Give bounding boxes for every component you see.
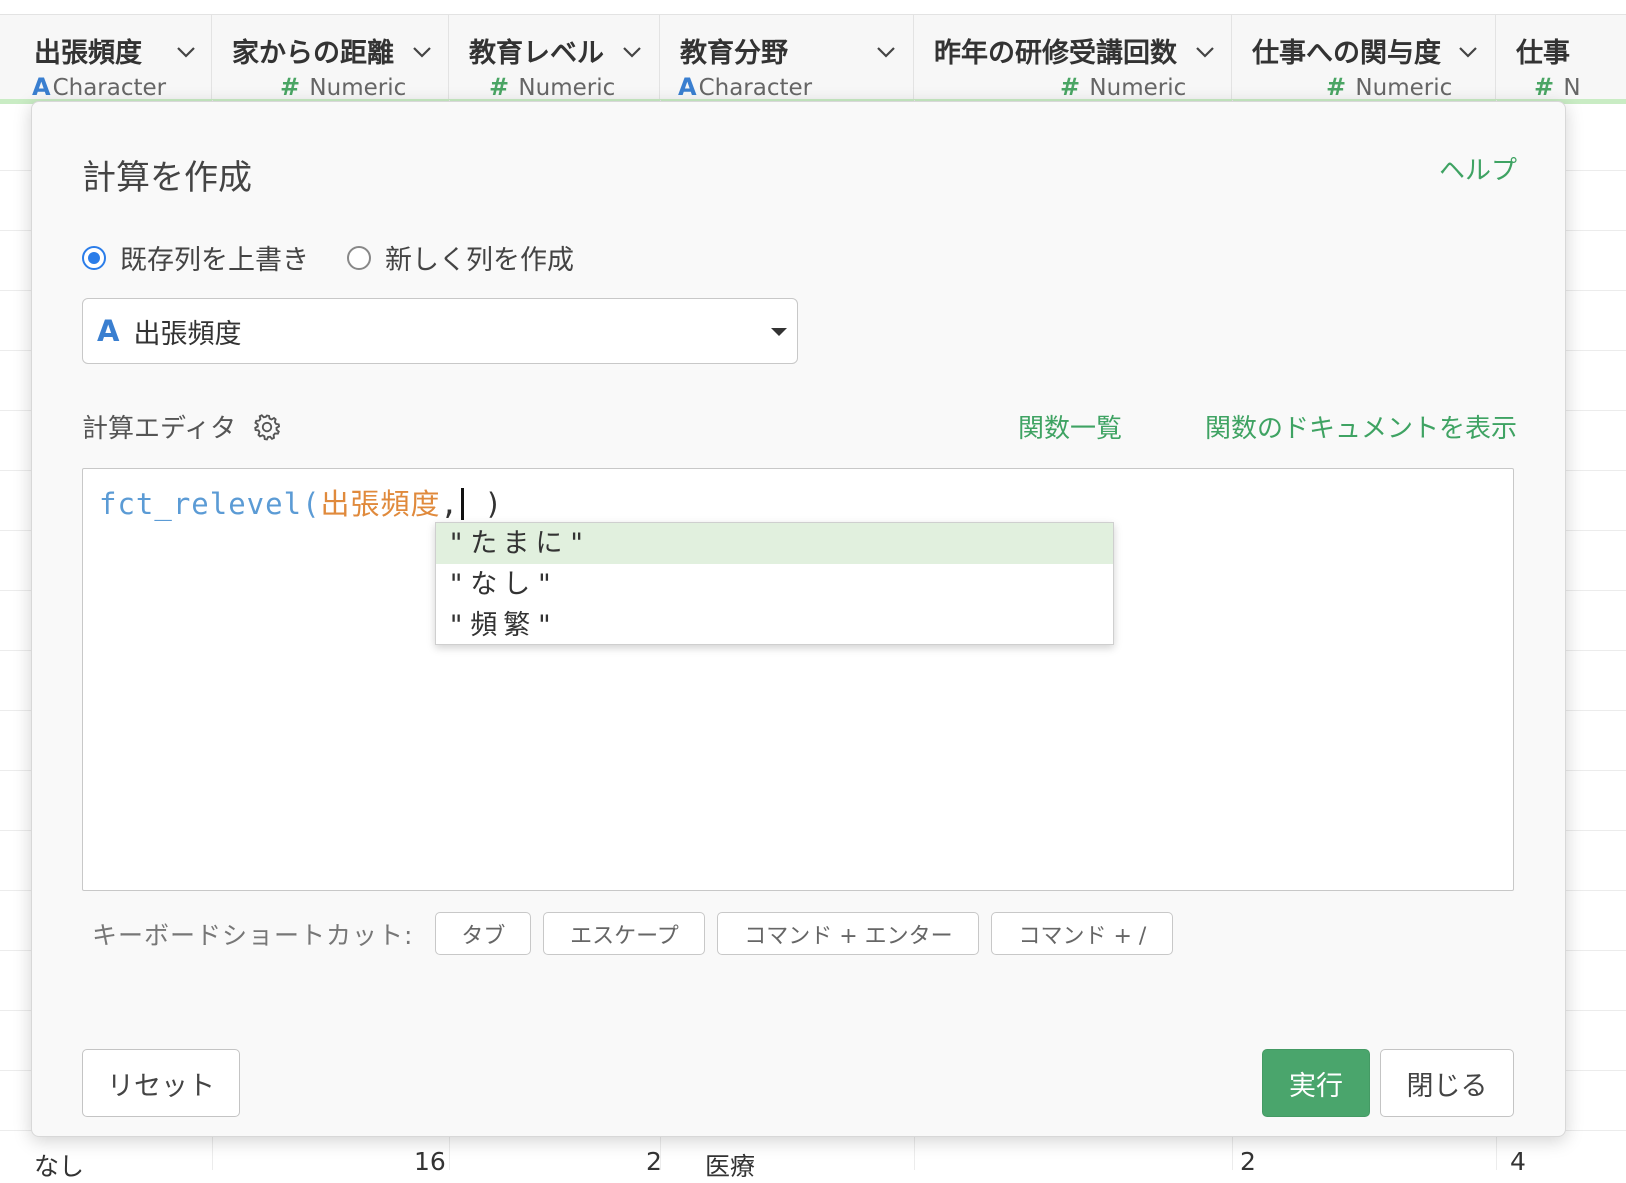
column-name: 仕事 bbox=[1516, 38, 1570, 69]
overwrite-column-option[interactable]: 既存列を上書き bbox=[82, 238, 309, 277]
code-column-arg: 出張頻度 bbox=[320, 487, 441, 521]
reset-button[interactable]: リセット bbox=[82, 1049, 240, 1117]
numeric-type-icon: # bbox=[1060, 73, 1081, 101]
chevron-down-icon[interactable] bbox=[1195, 45, 1214, 61]
new-column-radio[interactable] bbox=[347, 245, 371, 270]
function-docs-link[interactable]: 関数のドキュメントを表示 bbox=[1205, 408, 1517, 445]
column-type: # Numeric bbox=[489, 73, 616, 101]
calculation-editor[interactable]: fct_relevel(出張頻度, ) "たまに" "なし" "頻繁" bbox=[82, 468, 1514, 891]
character-type-icon: A bbox=[678, 73, 697, 101]
autocomplete-dropdown: "たまに" "なし" "頻繁" bbox=[435, 522, 1114, 645]
caret-down-icon bbox=[771, 328, 787, 336]
column-header-4[interactable]: 昨年の研修受講回数 # Numeric bbox=[914, 14, 1232, 101]
character-type-icon: A bbox=[32, 73, 51, 101]
table-cell[interactable]: 医療 bbox=[705, 1147, 755, 1183]
function-list-link[interactable]: 関数一覧 bbox=[1018, 408, 1122, 445]
code-close-paren: ) bbox=[466, 487, 503, 521]
column-header-6[interactable]: 仕事 # N bbox=[1496, 14, 1626, 100]
column-header-5[interactable]: 仕事への関与度 # Numeric bbox=[1232, 14, 1496, 101]
shortcut-escape: エスケープ bbox=[543, 912, 706, 955]
code-line[interactable]: fct_relevel(出張頻度, ) bbox=[99, 481, 503, 523]
column-type: # Numeric bbox=[280, 73, 407, 101]
column-type: ACharacter bbox=[32, 73, 167, 101]
target-column-value: 出張頻度 bbox=[133, 318, 242, 350]
column-name: 教育レベル bbox=[469, 38, 604, 69]
numeric-type-icon: # bbox=[1326, 73, 1347, 101]
column-name: 昨年の研修受講回数 bbox=[934, 38, 1177, 69]
column-type: ACharacter bbox=[678, 73, 813, 101]
new-column-option[interactable]: 新しく列を作成 bbox=[347, 238, 574, 277]
column-header-3[interactable]: 教育分野 ACharacter bbox=[660, 14, 914, 101]
chevron-down-icon[interactable] bbox=[622, 45, 641, 61]
table-cell[interactable]: なし bbox=[34, 1147, 84, 1183]
column-mode-radio-group: 既存列を上書き 新しく列を作成 bbox=[82, 238, 612, 277]
autocomplete-item[interactable]: "たまに" bbox=[436, 523, 1113, 564]
column-type: # Numeric bbox=[1060, 73, 1187, 101]
numeric-type-icon: # bbox=[1534, 73, 1555, 100]
autocomplete-item[interactable]: "なし" bbox=[436, 564, 1113, 605]
code-function: fct_relevel bbox=[99, 487, 303, 521]
table-cell[interactable]: 2 bbox=[1240, 1147, 1256, 1176]
editor-label-row: 計算エディタ bbox=[82, 408, 282, 445]
chevron-down-icon[interactable] bbox=[412, 45, 431, 61]
column-header-2[interactable]: 教育レベル # Numeric bbox=[449, 14, 660, 101]
run-button[interactable]: 実行 bbox=[1262, 1049, 1370, 1117]
column-name: 仕事への関与度 bbox=[1252, 38, 1441, 69]
help-link[interactable]: ヘルプ bbox=[1439, 150, 1517, 187]
table-cell[interactable]: 16 bbox=[414, 1147, 446, 1176]
column-type: # Numeric bbox=[1326, 73, 1453, 101]
numeric-type-icon: # bbox=[280, 73, 301, 101]
code-open-paren: ( bbox=[302, 487, 321, 521]
character-type-icon: A bbox=[97, 314, 120, 348]
create-calculation-dialog: 計算を作成 ヘルプ 既存列を上書き 新しく列を作成 A 出張頻度 計算エディタ … bbox=[31, 101, 1566, 1137]
column-name: 家からの距離 bbox=[232, 38, 394, 69]
overwrite-column-label: 既存列を上書き bbox=[120, 245, 309, 276]
new-column-label: 新しく列を作成 bbox=[385, 245, 574, 276]
column-name: 教育分野 bbox=[680, 38, 788, 69]
gear-icon[interactable] bbox=[252, 412, 282, 442]
target-column-select[interactable]: A 出張頻度 bbox=[82, 298, 798, 364]
keyboard-shortcuts: キーボードショートカット: タブ エスケープ コマンド + エンター コマンド … bbox=[92, 912, 1185, 955]
editor-label: 計算エディタ bbox=[82, 414, 237, 444]
overwrite-column-radio[interactable] bbox=[82, 245, 106, 270]
shortcut-cmd-slash: コマンド + / bbox=[991, 912, 1174, 955]
shortcut-tab: タブ bbox=[435, 912, 532, 955]
code-comma: , bbox=[440, 487, 460, 521]
numeric-type-icon: # bbox=[489, 73, 510, 101]
text-cursor bbox=[461, 488, 465, 520]
table-cell[interactable]: 4 bbox=[1510, 1147, 1526, 1176]
table-cell[interactable]: 2 bbox=[646, 1147, 662, 1176]
column-header-0[interactable]: 出張頻度 ACharacter bbox=[0, 14, 212, 101]
autocomplete-item[interactable]: "頻繁" bbox=[436, 605, 1113, 646]
column-name: 出張頻度 bbox=[34, 38, 142, 69]
shortcut-cmd-enter: コマンド + エンター bbox=[717, 912, 980, 955]
dialog-title: 計算を作成 bbox=[82, 158, 252, 198]
shortcuts-label: キーボードショートカット: bbox=[92, 920, 414, 950]
close-button[interactable]: 閉じる bbox=[1380, 1049, 1514, 1117]
column-header-1[interactable]: 家からの距離 # Numeric bbox=[212, 14, 449, 101]
column-type: # N bbox=[1534, 73, 1581, 100]
chevron-down-icon[interactable] bbox=[176, 45, 195, 61]
chevron-down-icon[interactable] bbox=[1458, 45, 1477, 61]
chevron-down-icon[interactable] bbox=[876, 45, 895, 61]
